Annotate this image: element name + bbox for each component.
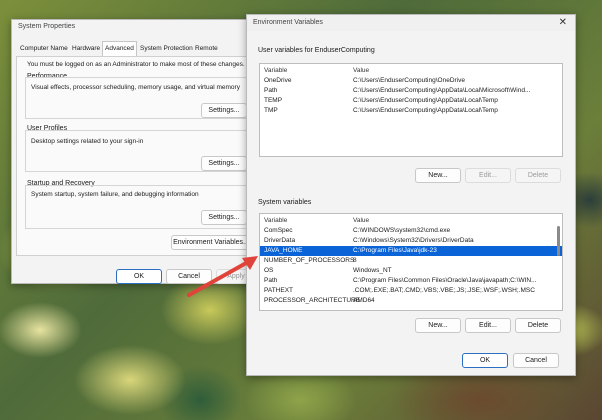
row-value: C:\WINDOWS\system32\cmd.exe bbox=[353, 227, 451, 234]
startup-recovery-desc: System startup, system failure, and debu… bbox=[31, 191, 199, 198]
user-variables-list[interactable]: Variable Value OneDrive C:\Users\Enduser… bbox=[259, 63, 563, 157]
sp-cancel-button[interactable]: Cancel bbox=[166, 269, 212, 284]
tab-computer-name[interactable]: Computer Name bbox=[18, 42, 70, 55]
table-row[interactable]: ComSpec C:\WINDOWS\system32\cmd.exe bbox=[260, 226, 562, 236]
list-header: Variable Value bbox=[260, 216, 562, 226]
close-icon[interactable]: ✕ bbox=[559, 17, 567, 28]
row-value: 8 bbox=[353, 257, 357, 264]
window-title: System Properties bbox=[18, 23, 76, 30]
row-value: C:\Program Files\Java\jdk-23 bbox=[353, 247, 437, 254]
system-edit-button[interactable]: Edit... bbox=[465, 318, 511, 333]
table-row-selected[interactable]: JAVA_HOME C:\Program Files\Java\jdk-23 bbox=[260, 246, 562, 256]
system-vars-label: System variables bbox=[258, 199, 312, 206]
user-delete-button[interactable]: Delete bbox=[515, 168, 561, 183]
user-new-button[interactable]: New... bbox=[415, 168, 461, 183]
system-variables-list[interactable]: Variable Value ComSpec C:\WINDOWS\system… bbox=[259, 213, 563, 311]
row-variable: ComSpec bbox=[264, 227, 293, 234]
table-row[interactable]: OneDrive C:\Users\EnduserComputing\OneDr… bbox=[260, 76, 562, 86]
column-value: Value bbox=[353, 217, 370, 224]
table-row[interactable]: OS Windows_NT bbox=[260, 266, 562, 276]
row-variable: DriverData bbox=[264, 237, 296, 244]
system-new-button[interactable]: New... bbox=[415, 318, 461, 333]
scrollbar-thumb[interactable] bbox=[557, 226, 560, 256]
table-row[interactable]: TEMP C:\Users\EnduserComputing\AppData\L… bbox=[260, 96, 562, 106]
row-value: C:\Users\EnduserComputing\AppData\Local\… bbox=[353, 107, 498, 114]
system-properties-window: System Properties Computer Name Hardware… bbox=[11, 19, 259, 284]
tab-advanced[interactable]: Advanced bbox=[102, 41, 137, 56]
user-profiles-desc: Desktop settings related to your sign-in bbox=[31, 138, 144, 145]
ev-cancel-button[interactable]: Cancel bbox=[513, 353, 559, 368]
table-row[interactable]: Path C:\Program Files\Common Files\Oracl… bbox=[260, 276, 562, 286]
row-value: Windows_NT bbox=[353, 267, 392, 274]
performance-settings-button[interactable]: Settings... bbox=[201, 103, 247, 118]
row-value: C:\Users\EnduserComputing\OneDrive bbox=[353, 77, 465, 84]
ev-ok-button[interactable]: OK bbox=[462, 353, 508, 368]
row-value: C:\Users\EnduserComputing\AppData\Local\… bbox=[353, 97, 498, 104]
user-vars-label: User variables for EnduserComputing bbox=[258, 47, 375, 54]
row-value: .COM;.EXE;.BAT;.CMD;.VBS;.VBE;.JS;.JSE;.… bbox=[353, 287, 535, 294]
environment-variables-window: Environment Variables ✕ User variables f… bbox=[246, 14, 576, 376]
list-header: Variable Value bbox=[260, 66, 562, 76]
row-variable: Path bbox=[264, 277, 278, 284]
row-variable: TEMP bbox=[264, 97, 283, 104]
system-delete-button[interactable]: Delete bbox=[515, 318, 561, 333]
row-variable: OS bbox=[264, 267, 274, 274]
tab-system-protection[interactable]: System Protection bbox=[138, 42, 195, 55]
table-row[interactable]: NUMBER_OF_PROCESSORS 8 bbox=[260, 256, 562, 266]
tab-remote[interactable]: Remote bbox=[193, 42, 220, 55]
row-variable: PATHEXT bbox=[264, 287, 294, 294]
row-variable: TMP bbox=[264, 107, 278, 114]
column-value: Value bbox=[353, 67, 370, 74]
table-row[interactable]: TMP C:\Users\EnduserComputing\AppData\Lo… bbox=[260, 106, 562, 116]
table-row[interactable]: PROCESSOR_ARCHITECTURE AMD64 bbox=[260, 296, 562, 306]
tab-hardware[interactable]: Hardware bbox=[70, 42, 102, 55]
column-variable: Variable bbox=[264, 67, 288, 74]
row-variable: JAVA_HOME bbox=[264, 247, 303, 254]
table-row[interactable]: DriverData C:\Windows\System32\Drivers\D… bbox=[260, 236, 562, 246]
row-variable: PROCESSOR_ARCHITECTURE bbox=[264, 297, 361, 304]
row-value: C:\Program Files\Common Files\Oracle\Jav… bbox=[353, 277, 537, 284]
table-row[interactable]: PATHEXT .COM;.EXE;.BAT;.CMD;.VBS;.VBE;.J… bbox=[260, 286, 562, 296]
row-value: C:\Windows\System32\Drivers\DriverData bbox=[353, 237, 474, 244]
tab-panel: You must be logged on as an Administrato… bbox=[16, 56, 256, 256]
row-variable: Path bbox=[264, 87, 278, 94]
sp-ok-button[interactable]: OK bbox=[116, 269, 162, 284]
column-variable: Variable bbox=[264, 217, 288, 224]
row-variable: OneDrive bbox=[264, 77, 292, 84]
performance-desc: Visual effects, processor scheduling, me… bbox=[31, 84, 240, 91]
row-value: AMD64 bbox=[353, 297, 375, 304]
window-title: Environment Variables bbox=[247, 15, 575, 31]
table-row[interactable]: Path C:\Users\EnduserComputing\AppData\L… bbox=[260, 86, 562, 96]
user-profiles-settings-button[interactable]: Settings... bbox=[201, 156, 247, 171]
user-edit-button[interactable]: Edit... bbox=[465, 168, 511, 183]
row-value: C:\Users\EnduserComputing\AppData\Local\… bbox=[353, 87, 531, 94]
row-variable: NUMBER_OF_PROCESSORS bbox=[264, 257, 355, 264]
environment-variables-button[interactable]: Environment Variables... bbox=[171, 235, 251, 250]
tab-bar: Computer Name Hardware Advanced System P… bbox=[12, 41, 260, 56]
admin-note: You must be logged on as an Administrato… bbox=[27, 61, 245, 68]
startup-settings-button[interactable]: Settings... bbox=[201, 210, 247, 225]
